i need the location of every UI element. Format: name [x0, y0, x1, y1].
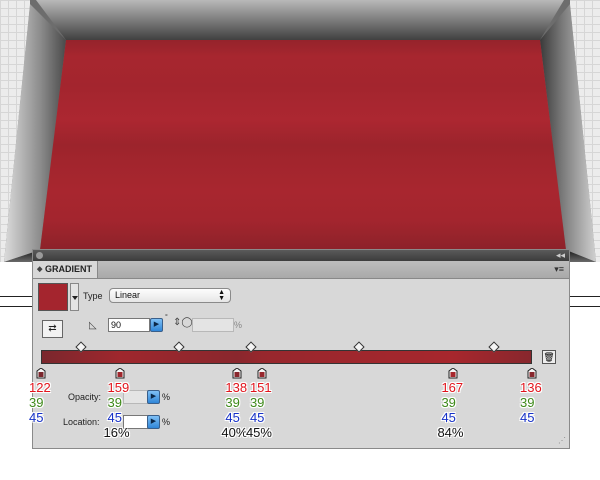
stop-blue-value: 45 [29, 410, 44, 425]
tab-gradient[interactable]: ◆ GRADIENT [33, 261, 98, 278]
aspect-ratio-unit: % [234, 320, 243, 330]
resize-grip-icon[interactable]: ⋰ [558, 436, 566, 445]
stop-location-value: 40% [221, 425, 248, 440]
opacity-label: Opacity: [68, 392, 102, 402]
stop-red-value: 159 [107, 380, 130, 395]
delete-stop-button[interactable]: 🗑 [542, 350, 556, 364]
gradient-slider[interactable] [41, 350, 532, 364]
angle-unit: ° [165, 314, 168, 321]
stop-green-value: 39 [520, 395, 535, 410]
gradient-stop[interactable] [36, 366, 46, 379]
tab-gradient-label: GRADIENT [45, 264, 92, 274]
panel-menu-icon[interactable]: ▾≡ [554, 264, 564, 274]
stop-blue-value: 45 [249, 410, 265, 425]
stop-green-value: 39 [29, 395, 44, 410]
stop-red-value: 167 [441, 380, 464, 395]
panel-tab-bar: ◆ GRADIENT ▾≡ [33, 261, 569, 279]
artwork-canvas [0, 0, 600, 262]
stop-red-value: 151 [249, 380, 272, 395]
angle-icon: ◺ [89, 320, 97, 331]
gradient-stop[interactable] [232, 366, 242, 379]
opacity-dropdown-button[interactable]: ▶ [147, 390, 160, 404]
angle-value: 90 [111, 320, 122, 330]
stop-blue-value: 45 [107, 410, 123, 425]
location-dropdown-button[interactable]: ▶ [147, 415, 160, 429]
aspect-ratio-icon: ⇕◯ [173, 317, 193, 328]
location-unit: % [162, 417, 171, 427]
aspect-ratio-input[interactable] [192, 318, 234, 332]
gradient-stop[interactable] [527, 366, 537, 379]
gradient-stop[interactable] [115, 366, 125, 379]
stop-red-value: 138 [225, 380, 248, 395]
red-screen-shape [40, 40, 566, 250]
stop-green-value: 39 [249, 395, 265, 410]
location-label: Location: [63, 417, 100, 427]
opacity-unit: % [162, 392, 171, 402]
stop-location-value: 16% [103, 425, 130, 440]
swatch-dropdown-button[interactable] [70, 283, 79, 311]
trash-icon: 🗑 [543, 352, 555, 362]
gradient-stop[interactable] [257, 366, 267, 379]
tab-expand-icon[interactable]: ◆ [37, 261, 42, 278]
angle-dropdown-button[interactable]: ▶ [150, 318, 163, 332]
reverse-gradient-button[interactable]: ⇄ [42, 320, 63, 338]
tv-frame-illustration [4, 0, 596, 262]
collapse-icon[interactable]: ◂◂ [556, 249, 565, 261]
stop-red-value: 122 [29, 380, 51, 395]
stop-red-value: 136 [520, 380, 542, 395]
type-select-value: Linear [115, 290, 141, 300]
angle-input[interactable]: 90 [108, 318, 150, 332]
stop-location-value: 84% [437, 425, 464, 440]
gradient-swatch[interactable] [38, 283, 68, 311]
type-label: Type [83, 291, 103, 301]
stop-location-value: 45% [245, 425, 272, 440]
panel-title-bar[interactable]: ◂◂ [33, 250, 569, 261]
gradient-stop[interactable] [448, 366, 458, 379]
stop-green-value: 39 [107, 395, 123, 410]
close-dot-icon[interactable] [36, 252, 43, 259]
type-select[interactable]: Linear ▲ ▼ [109, 288, 231, 303]
chevron-updown-icon: ▲ ▼ [218, 289, 225, 302]
stop-blue-value: 45 [225, 410, 240, 425]
stop-green-value: 39 [441, 395, 456, 410]
reverse-gradient-icon: ⇄ [48, 323, 57, 334]
stop-blue-value: 45 [441, 410, 456, 425]
stop-blue-value: 45 [520, 410, 535, 425]
stop-green-value: 39 [225, 395, 240, 410]
